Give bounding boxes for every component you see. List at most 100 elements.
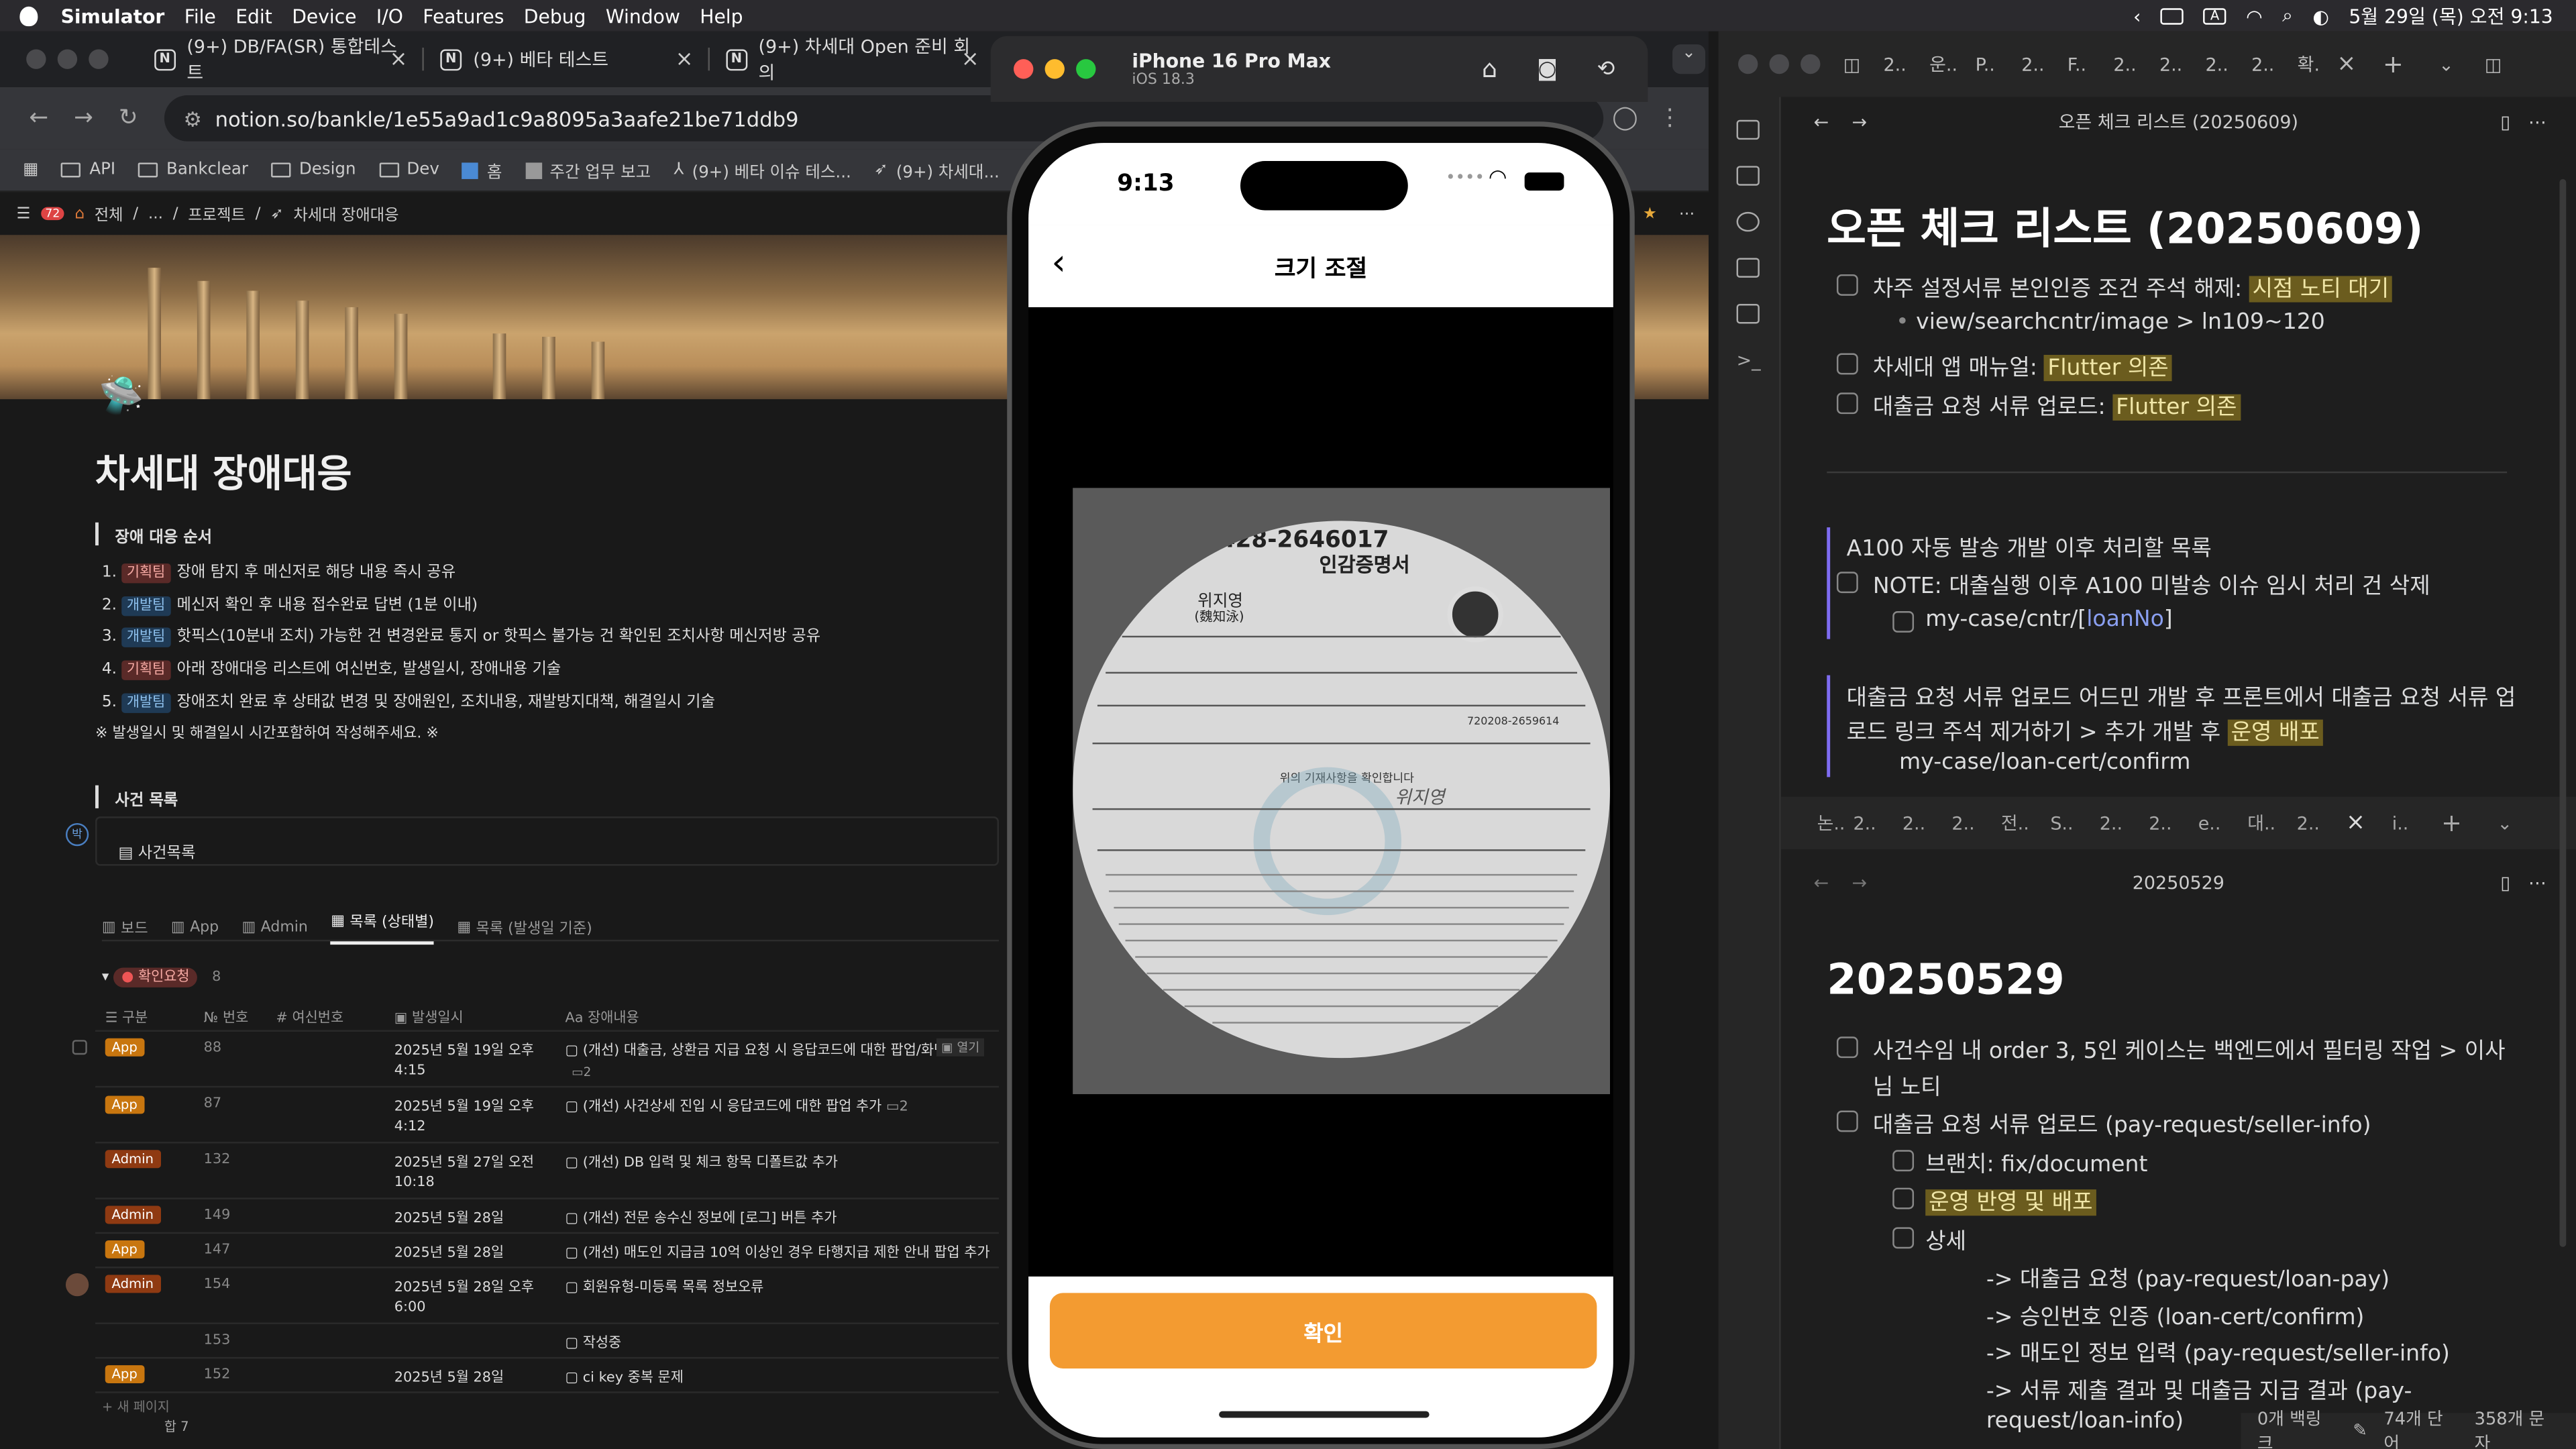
chevron-down-icon[interactable]: ⌄ bbox=[2497, 812, 2512, 834]
obsidian-tab[interactable]: 2.. bbox=[2100, 812, 2149, 834]
row-checkbox[interactable] bbox=[72, 1040, 87, 1055]
crop-circle[interactable]: 720428-2646017 인감증명서 위지영 (魏知泳) 720208-26… bbox=[1073, 521, 1611, 1059]
bookmark-folder[interactable]: Bankclear bbox=[138, 161, 248, 179]
obsidian-tab[interactable]: 전.. bbox=[2001, 810, 2050, 836]
close-tab-icon[interactable]: × bbox=[2337, 51, 2383, 77]
menu-app-name[interactable]: Simulator bbox=[51, 4, 174, 27]
sidebar-toggle-icon[interactable]: ◫ bbox=[1843, 54, 1860, 75]
menu-file[interactable]: File bbox=[174, 4, 226, 27]
obsidian-tab-active[interactable]: 확. bbox=[2298, 51, 2337, 77]
new-tab-icon[interactable]: + bbox=[2383, 49, 2438, 78]
rotate-icon[interactable]: ⟲ bbox=[1597, 56, 1615, 81]
quote-text[interactable]: 로드 링크 주석 제거하기 > 추가 개발 후 운영 배포 bbox=[1847, 713, 2323, 746]
close-window-button[interactable] bbox=[1014, 59, 1034, 79]
flow-line[interactable]: -> 승인번호 인증 (loan-cert/confirm) bbox=[1986, 1298, 2365, 1330]
tab-list-status[interactable]: ▦ 목록 (상태별) bbox=[331, 910, 435, 945]
flow-line[interactable]: -> 서류 제출 결과 및 대출금 지급 결과 (pay- bbox=[1986, 1372, 2412, 1405]
obsidian-tab[interactable]: 운.. bbox=[1929, 51, 1976, 77]
task-item[interactable]: 상세 bbox=[1925, 1222, 1966, 1255]
obsidian-tab[interactable]: 2.. bbox=[1951, 812, 2000, 834]
table-row[interactable]: Admin 149 2025년 5월 28일 ▢ (개선) 전문 송수신 정보에… bbox=[95, 1199, 999, 1234]
bookmark-folder[interactable]: Design bbox=[271, 161, 356, 179]
menu-edit[interactable]: Edit bbox=[226, 4, 282, 27]
menu-clock[interactable]: 5월 29일 (목) 오전 9:13 bbox=[2349, 3, 2553, 29]
close-tab-icon[interactable]: × bbox=[2346, 810, 2392, 836]
table-row[interactable]: App 152 2025년 5월 28일 ▢ ci key 중복 문제 bbox=[95, 1358, 999, 1393]
bookmark-link[interactable]: ➶ (9+) 차세대... bbox=[874, 158, 1000, 182]
right-sidebar-icon[interactable]: ◫ bbox=[2485, 54, 2502, 75]
note-title[interactable]: 20250529 bbox=[1827, 956, 2064, 1005]
menu-debug[interactable]: Debug bbox=[514, 4, 596, 27]
tab-search-icon[interactable]: ⌄ bbox=[1672, 44, 1706, 74]
calendar-icon[interactable] bbox=[1736, 166, 1760, 186]
task-item[interactable]: 차주 설정서류 본인인증 조건 주석 해제: 시점 노티 대기 bbox=[1873, 270, 2393, 303]
task-checkbox[interactable] bbox=[1836, 392, 1858, 415]
table-row[interactable]: Admin 132 2025년 5월 27일 오전 10:18 ▢ (개선) D… bbox=[95, 1143, 999, 1199]
obsidian-tab[interactable]: 2.. bbox=[2206, 54, 2252, 75]
obsidian-tab[interactable]: F.. bbox=[2068, 54, 2114, 75]
reading-view-icon[interactable]: ▯ bbox=[2500, 871, 2510, 893]
task-item[interactable]: 대출금 요청 서류 업로드: Flutter 의존 bbox=[1873, 388, 2241, 421]
open-file-icon[interactable] bbox=[1736, 119, 1760, 140]
task-checkbox[interactable] bbox=[1836, 572, 1858, 594]
edit-icon[interactable]: ✎ bbox=[2353, 1421, 2367, 1440]
bookmark-link[interactable]: 홈 bbox=[462, 158, 502, 182]
more-icon[interactable]: ⋯ bbox=[2528, 111, 2546, 132]
obsidian-tab[interactable]: i.. bbox=[2392, 812, 2441, 834]
obsidian-tab[interactable]: 2.. bbox=[2113, 54, 2159, 75]
apple-icon[interactable] bbox=[19, 5, 38, 25]
minimize-window-button[interactable] bbox=[1769, 54, 1789, 74]
new-tab-icon[interactable]: + bbox=[2441, 808, 2497, 838]
search-icon[interactable]: ⌕ bbox=[2282, 3, 2293, 28]
task-checkbox[interactable] bbox=[1836, 1110, 1858, 1132]
home-icon[interactable]: ⌂ bbox=[1482, 54, 1497, 84]
templates-icon[interactable] bbox=[1736, 304, 1760, 324]
reading-view-icon[interactable]: ▯ bbox=[2500, 111, 2510, 132]
note-title[interactable]: 오픈 체크 리스트 (20250609) bbox=[1827, 195, 2423, 256]
browser-tab[interactable]: N (9+) DB/FA(SR) 통합테스트 × bbox=[138, 32, 424, 87]
graph-icon[interactable] bbox=[1736, 211, 1760, 232]
tab-board[interactable]: ▥ 보드 bbox=[102, 917, 148, 938]
bookmark-folder[interactable]: Dev bbox=[378, 161, 439, 179]
close-tab-icon[interactable]: × bbox=[390, 47, 408, 72]
wifi-icon[interactable]: ◠ bbox=[2246, 4, 2263, 27]
linked-database-block[interactable] bbox=[95, 816, 999, 866]
close-tab-icon[interactable]: × bbox=[961, 47, 979, 72]
obsidian-tab[interactable]: 2.. bbox=[2149, 812, 2198, 834]
minimize-window-button[interactable] bbox=[1044, 59, 1065, 79]
column-header[interactable]: № 번호 bbox=[204, 1007, 249, 1026]
browser-tab[interactable]: N (9+) 베타 테스트 × bbox=[424, 32, 710, 87]
open-button[interactable]: ▣ 열기 bbox=[936, 1038, 985, 1057]
column-header[interactable]: ▣ 발생일시 bbox=[394, 1007, 464, 1026]
obsidian-tab[interactable]: P.. bbox=[1976, 54, 2022, 75]
zoom-window-button[interactable] bbox=[1801, 54, 1821, 74]
backlink-count[interactable]: 0개 백링크 bbox=[2257, 1406, 2337, 1449]
breadcrumb-item[interactable]: ... bbox=[148, 205, 163, 223]
task-item[interactable]: 사건수임 내 order 3, 5인 케이스는 백엔드에서 필터링 작업 > 이… bbox=[1873, 1032, 2506, 1065]
zoom-window-button[interactable] bbox=[89, 49, 109, 69]
page-title[interactable]: 차세대 장애대응 bbox=[95, 442, 352, 498]
menu-device[interactable]: Device bbox=[282, 4, 366, 27]
flow-line[interactable]: -> 대출금 요청 (pay-request/loan-pay) bbox=[1986, 1260, 2390, 1293]
zoom-window-button[interactable] bbox=[1076, 59, 1096, 79]
menu-window[interactable]: Window bbox=[596, 4, 690, 27]
tab-app[interactable]: ▥ App bbox=[171, 919, 219, 935]
task-checkbox[interactable] bbox=[1836, 274, 1858, 296]
obsidian-tab[interactable]: 2.. bbox=[1884, 54, 1930, 75]
more-icon[interactable]: ⋯ bbox=[1679, 205, 1695, 223]
task-item[interactable]: 운영 반영 및 배포 bbox=[1925, 1183, 2096, 1216]
new-page-button[interactable]: + 새 페이지 bbox=[102, 1398, 170, 1416]
chevron-down-icon[interactable]: ⌄ bbox=[2438, 54, 2485, 75]
table-row[interactable]: 153 ▢ 작성중 bbox=[95, 1324, 999, 1359]
obsidian-tab[interactable]: 2.. bbox=[1902, 812, 1951, 834]
task-checkbox[interactable] bbox=[1836, 353, 1858, 375]
task-checkbox[interactable] bbox=[1892, 1150, 1915, 1172]
obsidian-tab[interactable]: 대.. bbox=[2247, 810, 2296, 836]
reload-icon[interactable]: ↻ bbox=[106, 105, 151, 131]
more-icon[interactable]: ⋯ bbox=[2528, 871, 2546, 893]
close-tab-icon[interactable]: × bbox=[676, 47, 694, 72]
browser-tab[interactable]: N (9+) 차세대 Open 준비 회의 × bbox=[710, 32, 996, 87]
input-source-icon[interactable]: A bbox=[2203, 7, 2226, 24]
close-window-button[interactable] bbox=[1738, 54, 1758, 74]
bookmark-link[interactable]: 주간 업무 보고 bbox=[525, 158, 651, 182]
